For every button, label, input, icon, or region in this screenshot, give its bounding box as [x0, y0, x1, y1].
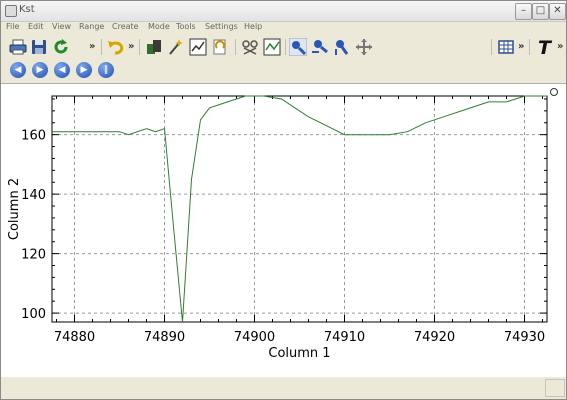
- x-tick-label: 74930: [504, 330, 545, 345]
- toolbar-more-icon[interactable]: »: [557, 41, 563, 52]
- grid-lines: [52, 96, 547, 322]
- x-axis-label: Column 1: [268, 346, 330, 361]
- forward-icon[interactable]: ▶: [32, 62, 48, 78]
- menu-mode[interactable]: Mode: [148, 22, 170, 31]
- svg-text:T: T: [538, 37, 553, 57]
- toolbar-more-icon[interactable]: »: [518, 41, 524, 52]
- status-bar: [1, 377, 566, 399]
- data-manager-icon[interactable]: [145, 38, 163, 56]
- layout-plot-icon[interactable]: [263, 38, 281, 56]
- menu-help[interactable]: Help: [244, 22, 262, 31]
- size-grip-icon[interactable]: [545, 379, 565, 397]
- x-tick-label: 74920: [414, 330, 455, 345]
- skip-forward-icon[interactable]: ▶: [76, 62, 92, 78]
- undo-icon[interactable]: [107, 38, 125, 56]
- toolbar-separator: [491, 39, 492, 55]
- x-tick-label: 74910: [324, 330, 365, 345]
- menu-create[interactable]: Create: [112, 22, 139, 31]
- minimize-button[interactable]: –: [515, 3, 532, 20]
- menu-tools[interactable]: Tools: [176, 22, 196, 31]
- reload-icon[interactable]: [52, 38, 70, 56]
- window-title: Kst: [19, 4, 35, 15]
- close-button[interactable]: ✕: [549, 3, 566, 20]
- pause-icon[interactable]: ‖: [98, 62, 114, 78]
- back-icon[interactable]: ◀: [10, 62, 26, 78]
- grid-layout-icon[interactable]: [497, 38, 515, 56]
- zoom-xy-icon[interactable]: [289, 38, 307, 56]
- menu-range[interactable]: Range: [79, 22, 104, 31]
- skip-back-icon[interactable]: ◀: [54, 62, 70, 78]
- change-data-file-icon[interactable]: [211, 38, 229, 56]
- x-tick-label: 74880: [54, 330, 95, 345]
- zoom-y-icon[interactable]: [333, 38, 351, 56]
- menu-file[interactable]: File: [6, 22, 19, 31]
- y-tick-label: 120: [21, 248, 46, 263]
- toolbar-separator: [285, 39, 286, 55]
- zoom-x-icon[interactable]: [311, 38, 329, 56]
- y-tick-label: 100: [21, 307, 46, 322]
- y-axis-label: Column 2: [7, 178, 22, 240]
- save-icon[interactable]: [30, 38, 48, 56]
- y-tick-labels: 100 120 140 160: [21, 129, 46, 322]
- kst-app-icon: [5, 5, 17, 17]
- y-tick-label: 140: [21, 188, 46, 203]
- main-toolbar: » » » T »: [1, 36, 566, 58]
- menu-edit[interactable]: Edit: [28, 22, 44, 31]
- tied-zoom-icon[interactable]: [241, 38, 259, 56]
- x-tick-label: 74890: [144, 330, 185, 345]
- toolbar-separator: [139, 39, 140, 55]
- title-bar: Kst – □ ✕: [1, 1, 566, 22]
- toolbar-separator: [101, 39, 102, 55]
- maximize-button[interactable]: □: [532, 3, 549, 20]
- x-tick-label: 74900: [234, 330, 275, 345]
- move-icon[interactable]: [355, 38, 373, 56]
- print-icon[interactable]: [9, 38, 27, 56]
- toolbar-more-icon[interactable]: »: [89, 41, 95, 52]
- tick-marks: [52, 96, 547, 322]
- toolbar-more-icon[interactable]: »: [128, 41, 134, 52]
- plot-icon[interactable]: [189, 38, 207, 56]
- menu-settings[interactable]: Settings: [205, 22, 238, 31]
- x-tick-labels: 74880 74890 74900 74910 74920 74930: [54, 330, 545, 345]
- series-line: [52, 95, 547, 323]
- toolbar-separator: [235, 39, 236, 55]
- toolbar-separator: [529, 39, 530, 55]
- line-chart[interactable]: 74880 74890 74900 74910 74920 74930 100 120 140…: [1, 84, 566, 377]
- menu-bar: File Edit View Range Create Mode Tools S…: [1, 21, 566, 35]
- plot-area[interactable]: 74880 74890 74900 74910 74920 74930 100 120 140…: [1, 83, 566, 378]
- kst-window: Kst – □ ✕ File Edit View Range Create Mo…: [0, 0, 567, 400]
- plot-menu-icon[interactable]: [550, 88, 558, 96]
- y-tick-label: 160: [21, 129, 46, 144]
- menu-view[interactable]: View: [52, 22, 71, 31]
- plot-frame: [51, 95, 548, 323]
- text-label-icon[interactable]: T: [535, 37, 555, 57]
- data-wizard-icon[interactable]: [167, 38, 185, 56]
